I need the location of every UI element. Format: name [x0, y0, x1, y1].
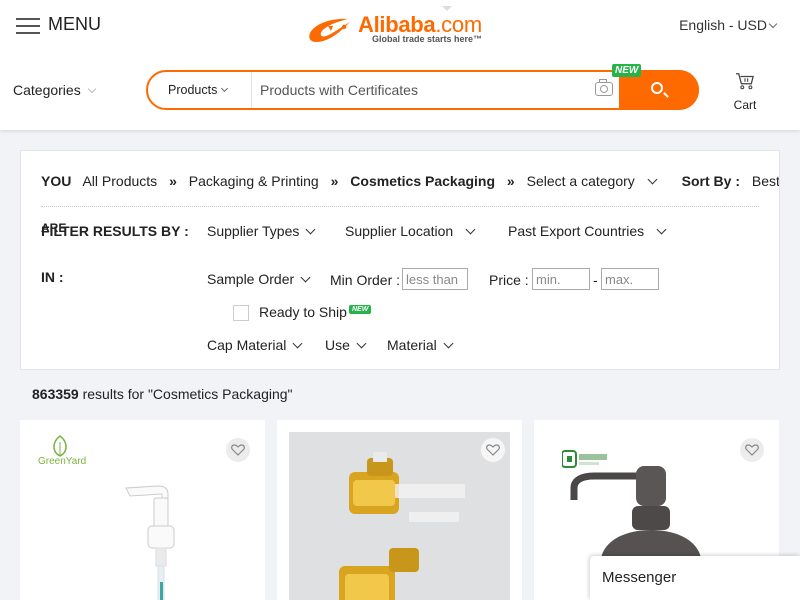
- sort-dropdown[interactable]: Best Match: [751, 173, 780, 189]
- price-min-input[interactable]: [532, 268, 590, 290]
- breadcrumb-item[interactable]: Cosmetics Packaging: [350, 173, 495, 189]
- breadcrumb-item[interactable]: Packaging & Printing: [189, 173, 319, 189]
- min-order-input[interactable]: [402, 268, 468, 290]
- product-card[interactable]: GreenYard: [20, 420, 265, 600]
- filter-label: Supplier Location: [345, 223, 454, 239]
- sample-order-filter[interactable]: Sample Order: [207, 271, 311, 287]
- search-icon: [651, 82, 663, 94]
- select-category-label: Select a category: [526, 173, 635, 189]
- use-filter[interactable]: Use: [325, 337, 367, 353]
- categories-dropdown[interactable]: Categories: [13, 82, 96, 98]
- logo-notch: [442, 6, 452, 11]
- chevron-down-icon: [300, 272, 311, 283]
- ready-to-ship-checkbox[interactable]: [233, 305, 249, 321]
- gold-sprayer-image: [339, 452, 465, 600]
- chevron-down-icon: [647, 174, 658, 185]
- messenger-button[interactable]: Messenger: [590, 556, 800, 600]
- select-category-dropdown[interactable]: Select a category: [527, 173, 664, 189]
- filter-label: Material: [387, 337, 437, 353]
- search-category-label: Products: [168, 83, 218, 97]
- new-badge: NEW: [612, 64, 642, 77]
- heart-icon: [745, 444, 759, 456]
- product-image: [289, 432, 510, 600]
- categories-label: Categories: [13, 82, 81, 98]
- results-count: 863359 results for "Cosmetics Packaging": [32, 386, 293, 402]
- new-badge: NEW: [349, 305, 372, 314]
- filter-results-label: FILTER RESULTS BY :: [41, 223, 189, 239]
- alibaba-logo-mark-icon: [309, 18, 350, 42]
- menu-button[interactable]: MENU: [16, 14, 101, 35]
- chevron-down-icon: [656, 224, 667, 235]
- chevron-down-icon: [305, 224, 316, 235]
- camera-icon[interactable]: [595, 79, 613, 96]
- pump-dispenser-image: [125, 485, 175, 600]
- breadcrumb-item[interactable]: All Products: [82, 173, 157, 189]
- logo-tagline: Global trade starts here™: [372, 34, 483, 44]
- search-category-select[interactable]: Products: [148, 72, 252, 108]
- cart-icon: [736, 73, 754, 90]
- filter-label: Past Export Countries: [508, 223, 645, 239]
- search-input[interactable]: [260, 79, 580, 101]
- breadcrumb-separator: »: [330, 173, 339, 189]
- menu-label: MENU: [48, 14, 101, 34]
- min-order-label: Min Order :: [330, 272, 401, 288]
- cap-material-filter[interactable]: Cap Material: [207, 337, 303, 353]
- material-filter[interactable]: Material: [387, 337, 454, 353]
- card-logo-text: GreenYard: [38, 456, 87, 467]
- favorite-button[interactable]: [481, 438, 505, 462]
- product-card[interactable]: [277, 420, 522, 600]
- price-max-input[interactable]: [601, 268, 659, 290]
- favorite-button[interactable]: [226, 438, 250, 462]
- filter-label-in: IN :: [41, 269, 64, 285]
- price-label: Price :: [489, 272, 529, 288]
- past-export-countries-filter[interactable]: Past Export Countries: [508, 223, 667, 239]
- favorite-button[interactable]: [740, 438, 764, 462]
- supplier-types-filter[interactable]: Supplier Types: [207, 223, 316, 239]
- alibaba-logo[interactable]: Alibaba.com Global trade starts here™: [306, 6, 496, 48]
- sort-value: Best Match: [751, 173, 780, 189]
- chevron-down-icon: [221, 84, 229, 93]
- breadcrumb: YOU All Products » Packaging & Printing …: [41, 173, 780, 189]
- ready-to-ship-label[interactable]: Ready to Ship: [259, 304, 347, 320]
- filter-label: Supplier Types: [207, 223, 300, 239]
- chevron-down-icon: [356, 338, 367, 349]
- heart-icon: [231, 444, 245, 456]
- price-dash: -: [593, 272, 598, 288]
- results-count-text: results for "Cosmetics Packaging": [78, 386, 293, 402]
- results-count-number: 863359: [32, 386, 79, 402]
- chevron-down-icon: [465, 224, 476, 235]
- divider: [41, 206, 759, 207]
- language-currency-selector[interactable]: English - USD: [679, 17, 778, 33]
- hamburger-icon: [16, 15, 40, 35]
- heart-icon: [486, 444, 500, 456]
- breadcrumb-you-label: YOU: [41, 173, 72, 189]
- supplier-location-filter[interactable]: Supplier Location: [345, 223, 476, 239]
- language-currency-label: English - USD: [679, 17, 767, 33]
- top-header: MENU Alibaba.com Global trade starts her…: [0, 0, 800, 130]
- chevron-down-icon: [292, 338, 303, 349]
- filter-label: Use: [325, 337, 350, 353]
- cart-label: Cart: [733, 98, 757, 112]
- filter-label: Cap Material: [207, 337, 287, 353]
- chevron-down-icon: [87, 84, 96, 94]
- filter-label: Sample Order: [207, 271, 295, 287]
- chevron-down-icon: [768, 19, 778, 29]
- filter-panel: YOU All Products » Packaging & Printing …: [20, 150, 780, 370]
- breadcrumb-separator: »: [169, 173, 177, 189]
- cart-button[interactable]: Cart: [730, 72, 760, 112]
- chevron-down-icon: [443, 338, 454, 349]
- breadcrumb-separator: »: [506, 173, 515, 189]
- sort-by-label: Sort By :: [681, 173, 741, 189]
